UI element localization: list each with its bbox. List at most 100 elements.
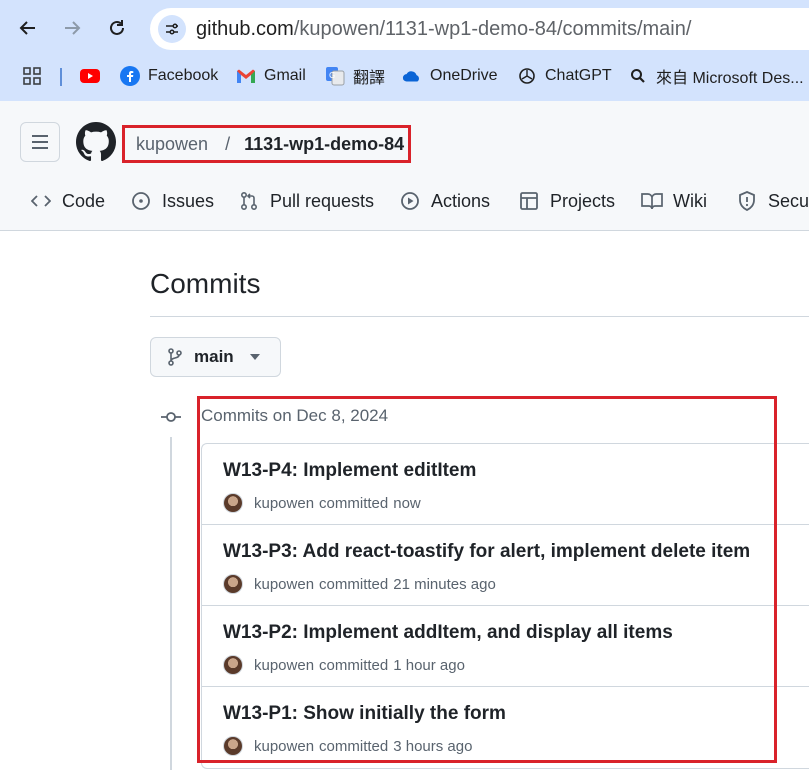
apps-button[interactable] xyxy=(22,64,50,88)
tab-security[interactable]: Secur xyxy=(736,189,809,213)
avatar[interactable] xyxy=(223,574,243,594)
tab-label: Wiki xyxy=(673,190,707,211)
tab-label: Projects xyxy=(550,190,616,211)
commit-time: 3 hours ago xyxy=(393,737,473,755)
commit-time: 21 minutes ago xyxy=(393,575,496,593)
url-host: github.com xyxy=(196,18,294,40)
commit-meta: kupowen committed 1 hour ago xyxy=(223,654,465,676)
tab-projects[interactable]: Projects xyxy=(518,189,615,213)
tab-code[interactable]: Code xyxy=(30,189,105,213)
gmail-icon xyxy=(236,66,256,86)
commit-time: now xyxy=(393,494,421,512)
url-text: github.com/kupowen/1131-wp1-demo-84/comm… xyxy=(196,18,691,41)
youtube-icon xyxy=(80,66,100,86)
tab-label: Issues xyxy=(162,190,215,211)
commit-meta: kupowen committed 3 hours ago xyxy=(223,735,472,757)
commit-author-link[interactable]: kupowen xyxy=(254,495,314,512)
bookmark-microsoft-designer[interactable]: 來自 Microsoft Des... xyxy=(628,64,804,88)
repo-owner-link[interactable]: kupowen xyxy=(136,134,208,155)
tab-label: Pull requests xyxy=(270,190,375,211)
tab-wiki[interactable]: Wiki xyxy=(641,189,707,213)
onedrive-icon xyxy=(402,66,422,86)
chevron-down-icon xyxy=(249,354,260,360)
github-octocat-icon xyxy=(76,122,116,162)
github-logo[interactable] xyxy=(76,122,116,162)
commit-verb: committed xyxy=(319,737,389,755)
svg-text:G: G xyxy=(329,71,335,80)
bookmark-gmail[interactable]: Gmail xyxy=(236,64,306,88)
bookmarks-divider xyxy=(60,68,62,86)
bookmark-youtube[interactable] xyxy=(80,64,108,88)
bookmark-label: 翻譯 xyxy=(353,70,386,87)
commit-verb: committed xyxy=(319,575,389,593)
commit-verb: committed xyxy=(319,656,389,674)
bookmark-onedrive[interactable]: OneDrive xyxy=(402,64,498,88)
repo-breadcrumb: kupowen / 1131-wp1-demo-84 xyxy=(122,125,411,163)
bookmark-label: ChatGPT xyxy=(545,67,612,84)
repo-header: kupowen / 1131-wp1-demo-84 Code Issues P… xyxy=(0,101,809,231)
commit-author-link[interactable]: kupowen xyxy=(254,657,314,674)
commit-title-link[interactable]: W13-P3: Add react-toastify for alert, im… xyxy=(223,541,750,563)
facebook-icon xyxy=(120,66,140,86)
tab-label: Actions xyxy=(431,190,491,211)
branch-name: main xyxy=(194,347,234,366)
tab-issues[interactable]: Issues xyxy=(130,189,214,213)
browser-toolbar: github.com/kupowen/1131-wp1-demo-84/comm… xyxy=(0,0,809,101)
commit-row: W13-P1: Show initially the form kupowen … xyxy=(202,687,809,768)
security-icon xyxy=(736,190,758,212)
repo-name-link[interactable]: 1131-wp1-demo-84 xyxy=(244,134,404,155)
commit-title-link[interactable]: W13-P4: Implement editItem xyxy=(223,460,476,482)
bookmarks-bar: Facebook Gmail G 翻譯 OneDrive ChatGPT 來自 … xyxy=(0,58,809,94)
bookmark-label: OneDrive xyxy=(430,67,498,84)
commit-meta: kupowen committed now xyxy=(223,492,421,514)
tab-label: Code xyxy=(62,190,106,211)
avatar[interactable] xyxy=(223,655,243,675)
git-branch-icon xyxy=(168,348,182,366)
breadcrumb-separator: / xyxy=(225,133,231,154)
actions-icon xyxy=(399,190,421,212)
back-button[interactable] xyxy=(10,10,46,46)
search-icon xyxy=(628,66,648,86)
wiki-icon xyxy=(641,190,663,212)
timeline-line xyxy=(170,437,172,770)
avatar[interactable] xyxy=(223,736,243,756)
bookmark-chatgpt[interactable]: ChatGPT xyxy=(517,64,612,88)
commit-meta: kupowen committed 21 minutes ago xyxy=(223,573,496,595)
bookmark-label: Facebook xyxy=(148,67,219,84)
commit-title-link[interactable]: W13-P2: Implement addItem, and display a… xyxy=(223,622,673,644)
reload-button[interactable] xyxy=(99,10,135,46)
hamburger-icon xyxy=(32,135,48,149)
arrow-left-icon xyxy=(19,21,35,35)
tab-actions[interactable]: Actions xyxy=(399,189,490,213)
commit-verb: committed xyxy=(319,494,389,512)
tab-label: Secur xyxy=(768,190,809,211)
avatar[interactable] xyxy=(223,493,243,513)
pull-request-icon xyxy=(238,190,260,212)
page-title: Commits xyxy=(150,268,261,299)
git-commit-icon xyxy=(160,406,182,428)
commit-row: W13-P4: Implement editItem kupowen commi… xyxy=(202,444,809,525)
commit-author-link[interactable]: kupowen xyxy=(254,576,314,593)
arrow-right-icon xyxy=(65,21,81,35)
commit-row: W13-P3: Add react-toastify for alert, im… xyxy=(202,525,809,606)
title-divider xyxy=(150,316,809,317)
bookmark-translate[interactable]: G 翻譯 xyxy=(325,64,385,88)
branch-selector-button[interactable]: main xyxy=(150,337,281,377)
reload-icon xyxy=(110,20,124,35)
tune-icon xyxy=(166,23,178,35)
commit-time: 1 hour ago xyxy=(393,656,465,674)
commit-author-link[interactable]: kupowen xyxy=(254,738,314,755)
forward-button[interactable] xyxy=(54,10,90,46)
projects-icon xyxy=(518,190,540,212)
site-info-button[interactable] xyxy=(158,15,186,43)
code-icon xyxy=(30,190,52,212)
chatgpt-icon xyxy=(517,66,537,86)
bookmark-label: Gmail xyxy=(264,67,306,84)
google-translate-icon: G xyxy=(325,66,345,86)
commit-title-link[interactable]: W13-P1: Show initially the form xyxy=(223,703,506,725)
address-bar[interactable]: github.com/kupowen/1131-wp1-demo-84/comm… xyxy=(150,8,809,50)
bookmark-label: 來自 Microsoft Des... xyxy=(656,70,804,87)
bookmark-facebook[interactable]: Facebook xyxy=(120,64,218,88)
menu-button[interactable] xyxy=(20,122,60,162)
tab-pull-requests[interactable]: Pull requests xyxy=(238,189,374,213)
